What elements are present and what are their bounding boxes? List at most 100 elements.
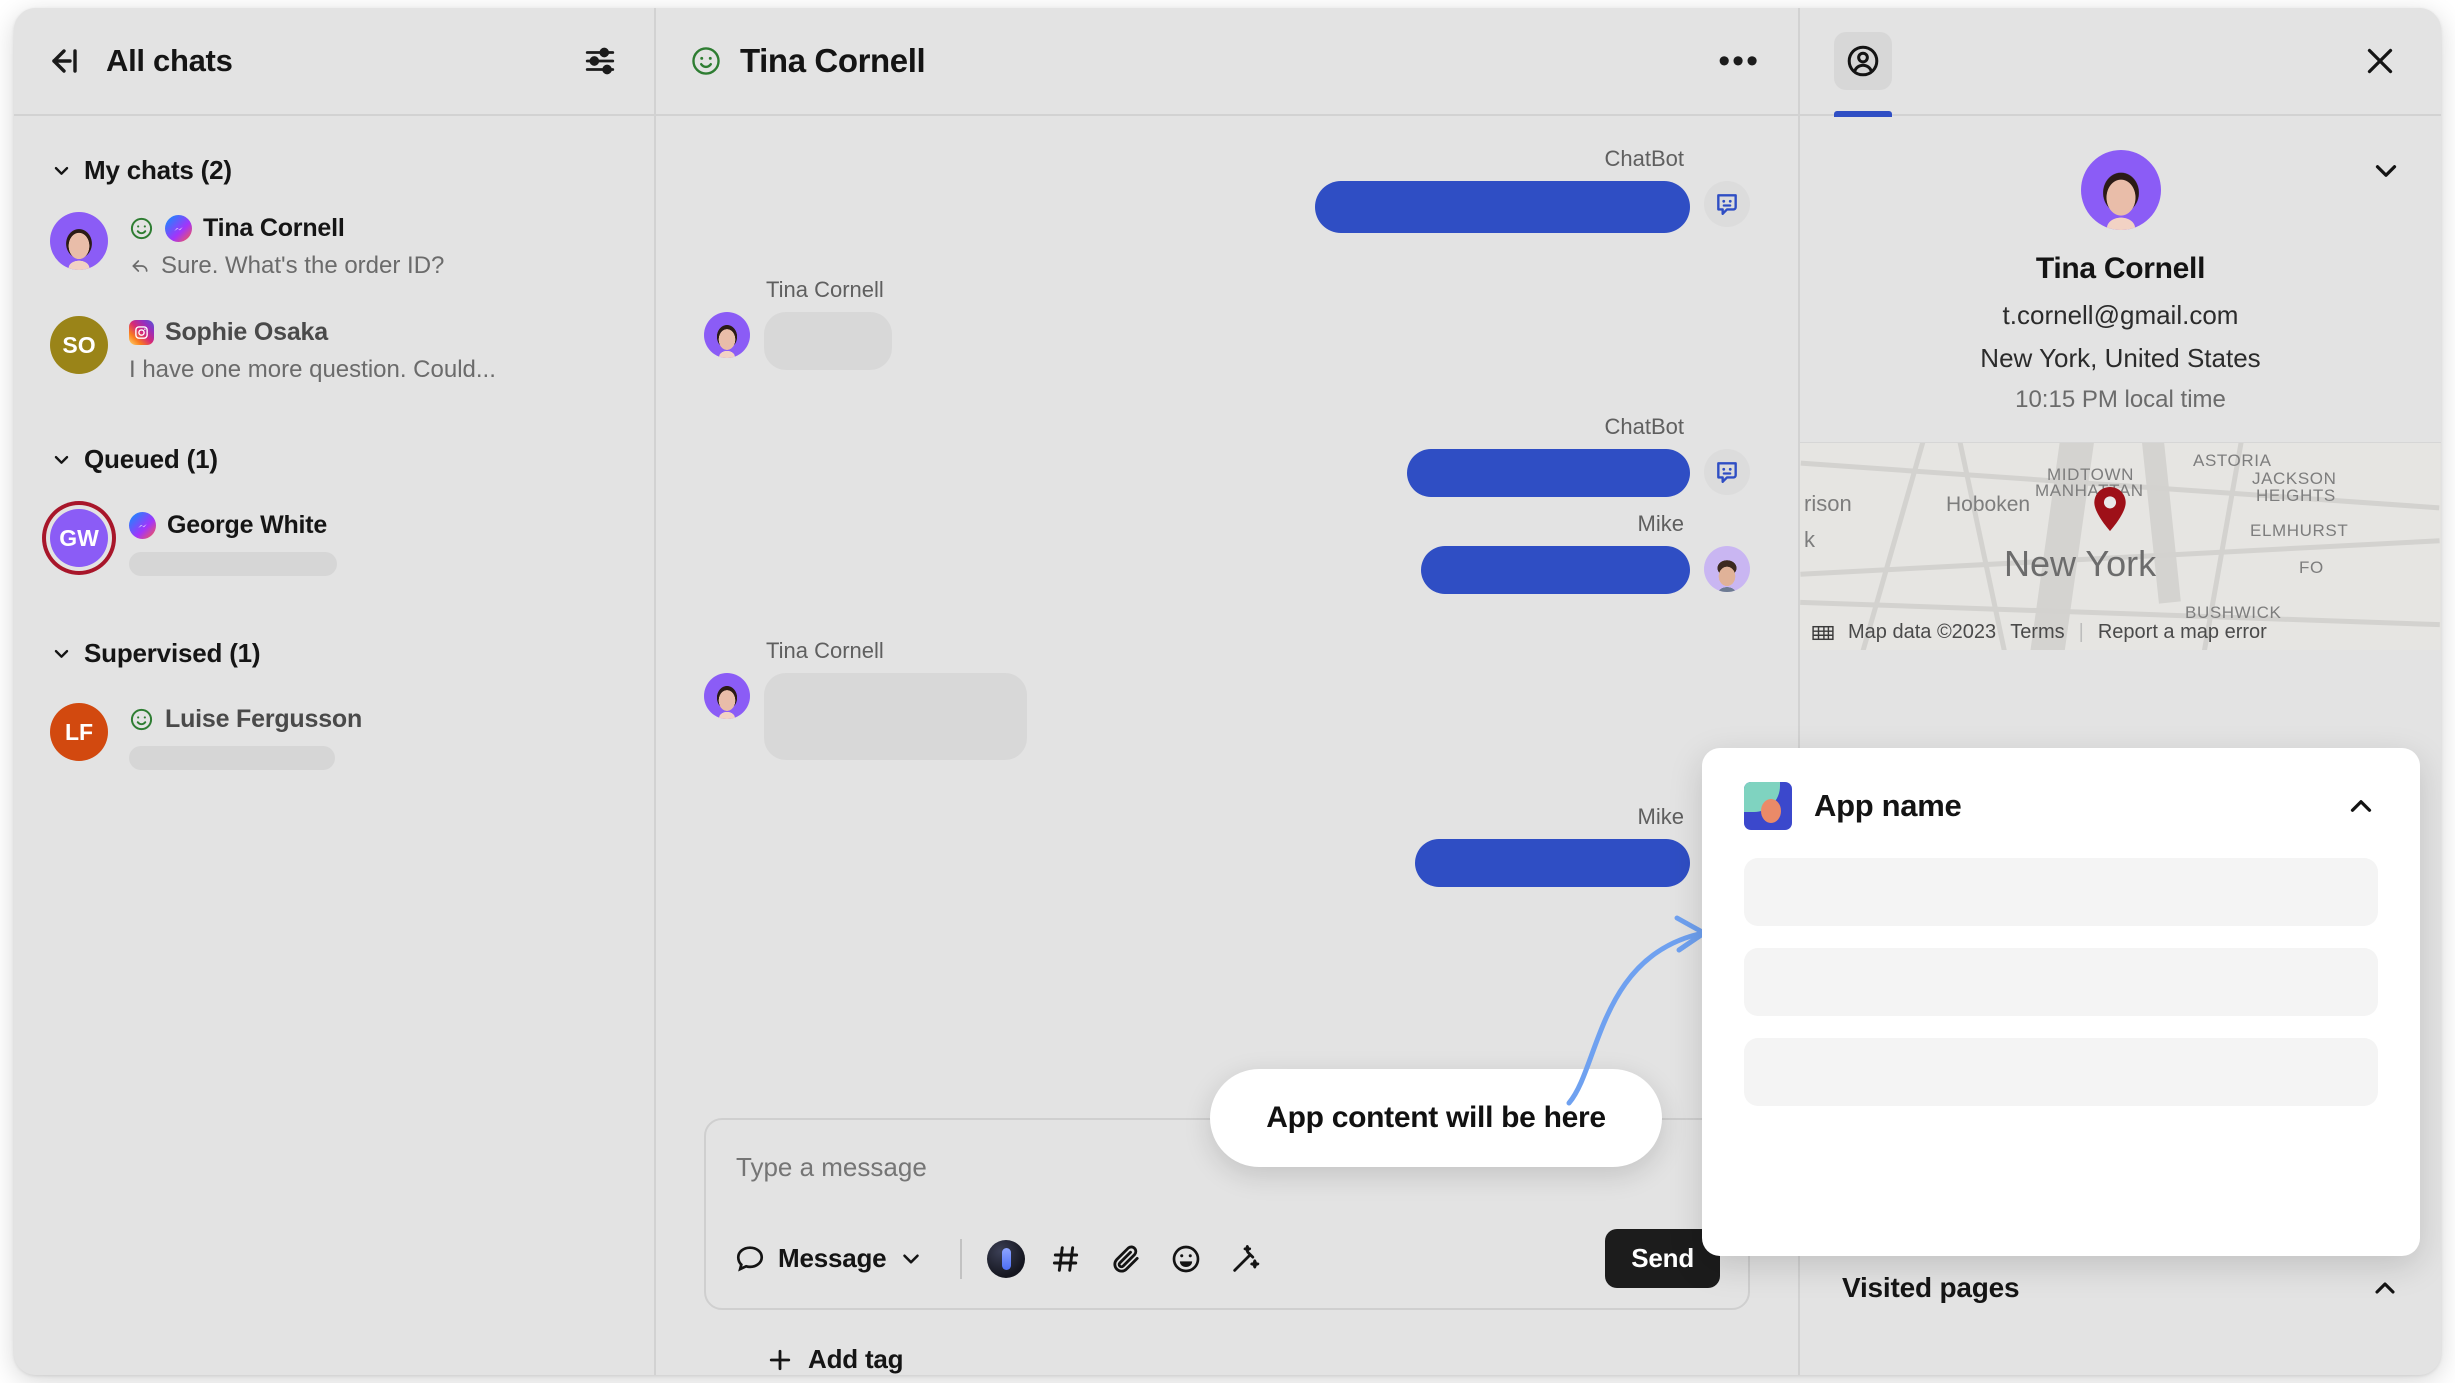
message-type-label: Message <box>778 1243 887 1273</box>
message-author: ChatBot <box>1604 146 1685 171</box>
app-card-title: App name <box>1814 788 1962 823</box>
smiley-icon <box>130 708 153 731</box>
message-row <box>704 839 1750 887</box>
chevron-up-icon[interactable] <box>2344 789 2378 823</box>
preview-skeleton <box>129 552 337 576</box>
hashtag-icon[interactable] <box>1042 1235 1090 1283</box>
tab-profile[interactable] <box>1834 32 1892 90</box>
conversation-panel: Tina Cornell ••• ChatBot Tina Cornell Ch… <box>656 8 1800 1375</box>
chat-name: George White <box>167 511 328 539</box>
visited-pages-section[interactable]: Visited pages <box>1800 1253 2441 1323</box>
map-attribution: Map data ©2023 <box>1848 621 1997 643</box>
chevron-down-icon <box>903 1253 920 1264</box>
toolbar-divider <box>960 1238 963 1279</box>
message-bubble[interactable] <box>1407 449 1690 497</box>
app-content-placeholder <box>1744 1038 2378 1106</box>
location-map[interactable]: rison k Hoboken MIDTOWN MANHATTAN ASTORI… <box>1800 442 2441 650</box>
message-type-dropdown[interactable]: Message <box>734 1243 940 1275</box>
chevron-down-icon <box>2375 165 2397 177</box>
back-to-all-chats-button[interactable]: All chats <box>50 43 233 79</box>
chat-preview-text: I have one more question. Could... <box>129 356 496 383</box>
chat-preview-line: I have one more question. Could... <box>129 356 624 384</box>
message-row <box>704 546 1750 594</box>
message-author: ChatBot <box>1604 414 1685 439</box>
chat-name-line: Luise Fergusson <box>129 705 624 734</box>
profile-name: Tina Cornell <box>2035 252 2206 285</box>
list-item[interactable]: Tina Cornell Sure. What's the order ID? <box>14 194 654 298</box>
profile-card: Tina Cornell t.cornell@gmail.com New Yor… <box>1800 116 2441 442</box>
attachment-icon[interactable] <box>1102 1235 1150 1283</box>
message-group: Tina Cornell <box>704 638 1750 760</box>
map-label: MANHATTAN <box>2035 481 2144 500</box>
chat-meta: George White <box>129 509 624 576</box>
bot-avatar <box>1704 449 1750 495</box>
app-window: All chats My chats (2) Tina Cornell Sure… <box>14 8 2441 1375</box>
avatar: GW <box>50 509 108 567</box>
ellipsis-icon[interactable]: ••• <box>1718 44 1760 78</box>
chat-meta: Tina Cornell Sure. What's the order ID? <box>129 212 624 280</box>
reply-arrow-icon <box>132 260 148 272</box>
app-content-tooltip: App content will be here <box>1210 1069 1662 1167</box>
chevron-up-icon[interactable] <box>2369 1272 2401 1304</box>
message-bubble-skeleton[interactable] <box>764 312 892 370</box>
list-item[interactable]: LF Luise Fergusson <box>14 677 654 788</box>
message-bubble-skeleton[interactable] <box>764 673 1027 760</box>
group-header-my-chats[interactable]: My chats (2) <box>14 136 654 194</box>
messenger-icon <box>129 512 156 539</box>
list-item[interactable]: GW George White <box>14 483 654 594</box>
visited-pages-label: Visited pages <box>1842 1272 2020 1303</box>
group-header-supervised[interactable]: Supervised (1) <box>14 594 654 677</box>
message-author: Mike <box>1637 511 1684 536</box>
filters-icon[interactable] <box>580 41 620 81</box>
group-label: Queued (1) <box>84 444 218 474</box>
chat-name-line: Sophie Osaka <box>129 318 624 347</box>
message-group: Mike <box>704 511 1750 594</box>
profile-collapse-button[interactable] <box>2369 154 2403 188</box>
chat-name: Sophie Osaka <box>165 318 328 346</box>
chatbot-icon <box>1717 194 1737 215</box>
chat-name: Tina Cornell <box>203 214 345 242</box>
chatbot-icon <box>1717 462 1737 483</box>
chat-meta: Sophie Osaka I have one more question. C… <box>129 316 624 384</box>
group-header-queued[interactable]: Queued (1) <box>14 402 654 483</box>
list-item[interactable]: SO Sophie Osaka I have one more question… <box>14 298 654 402</box>
map-label: ELMHURST <box>2250 521 2349 540</box>
user-profile-icon <box>1847 45 1879 77</box>
back-arrow-icon <box>52 49 77 73</box>
details-header <box>1800 8 2441 117</box>
message-bubble[interactable] <box>1421 546 1690 594</box>
group-label: My chats (2) <box>84 155 232 185</box>
emoji-icon[interactable] <box>1162 1235 1210 1283</box>
message-group: ChatBot <box>704 414 1750 497</box>
chevron-down-icon <box>54 166 69 175</box>
composer-toolbar: Message Send <box>734 1229 1720 1288</box>
avatar: SO <box>50 316 108 374</box>
instagram-icon <box>129 320 154 345</box>
avatar <box>704 312 750 358</box>
message-bubble[interactable] <box>1415 839 1690 887</box>
profile-location: New York, United States <box>1980 343 2261 373</box>
add-tag-button[interactable]: Add tag <box>704 1310 1750 1375</box>
conversation-header: Tina Cornell ••• <box>656 8 1798 116</box>
close-icon[interactable] <box>2357 38 2403 84</box>
message-row <box>704 673 1750 760</box>
preview-skeleton <box>129 746 335 770</box>
map-city-label: New York <box>2004 543 2157 584</box>
ai-copilot-icon[interactable] <box>982 1235 1030 1283</box>
chat-bubble-icon <box>736 1245 764 1272</box>
message-bubble[interactable] <box>1315 181 1690 233</box>
avatar-initials: SO <box>62 331 96 358</box>
app-logo-icon <box>1744 782 1792 830</box>
map-terms-link[interactable]: Terms <box>2010 621 2064 644</box>
chat-preview-line: Sure. What's the order ID? <box>129 252 624 280</box>
plus-icon <box>769 1349 791 1370</box>
add-tag-label: Add tag <box>808 1344 904 1374</box>
map-report-link[interactable]: Report a map error <box>2098 621 2267 644</box>
app-content-placeholder <box>1744 858 2378 926</box>
app-card-header: App name <box>1744 782 2378 830</box>
map-label: ASTORIA <box>2193 451 2272 470</box>
avatar <box>2080 150 2161 230</box>
magic-wand-icon[interactable] <box>1222 1235 1270 1283</box>
chat-list: My chats (2) Tina Cornell Sure. What's t… <box>14 116 654 1375</box>
message-author: Mike <box>1637 804 1684 829</box>
